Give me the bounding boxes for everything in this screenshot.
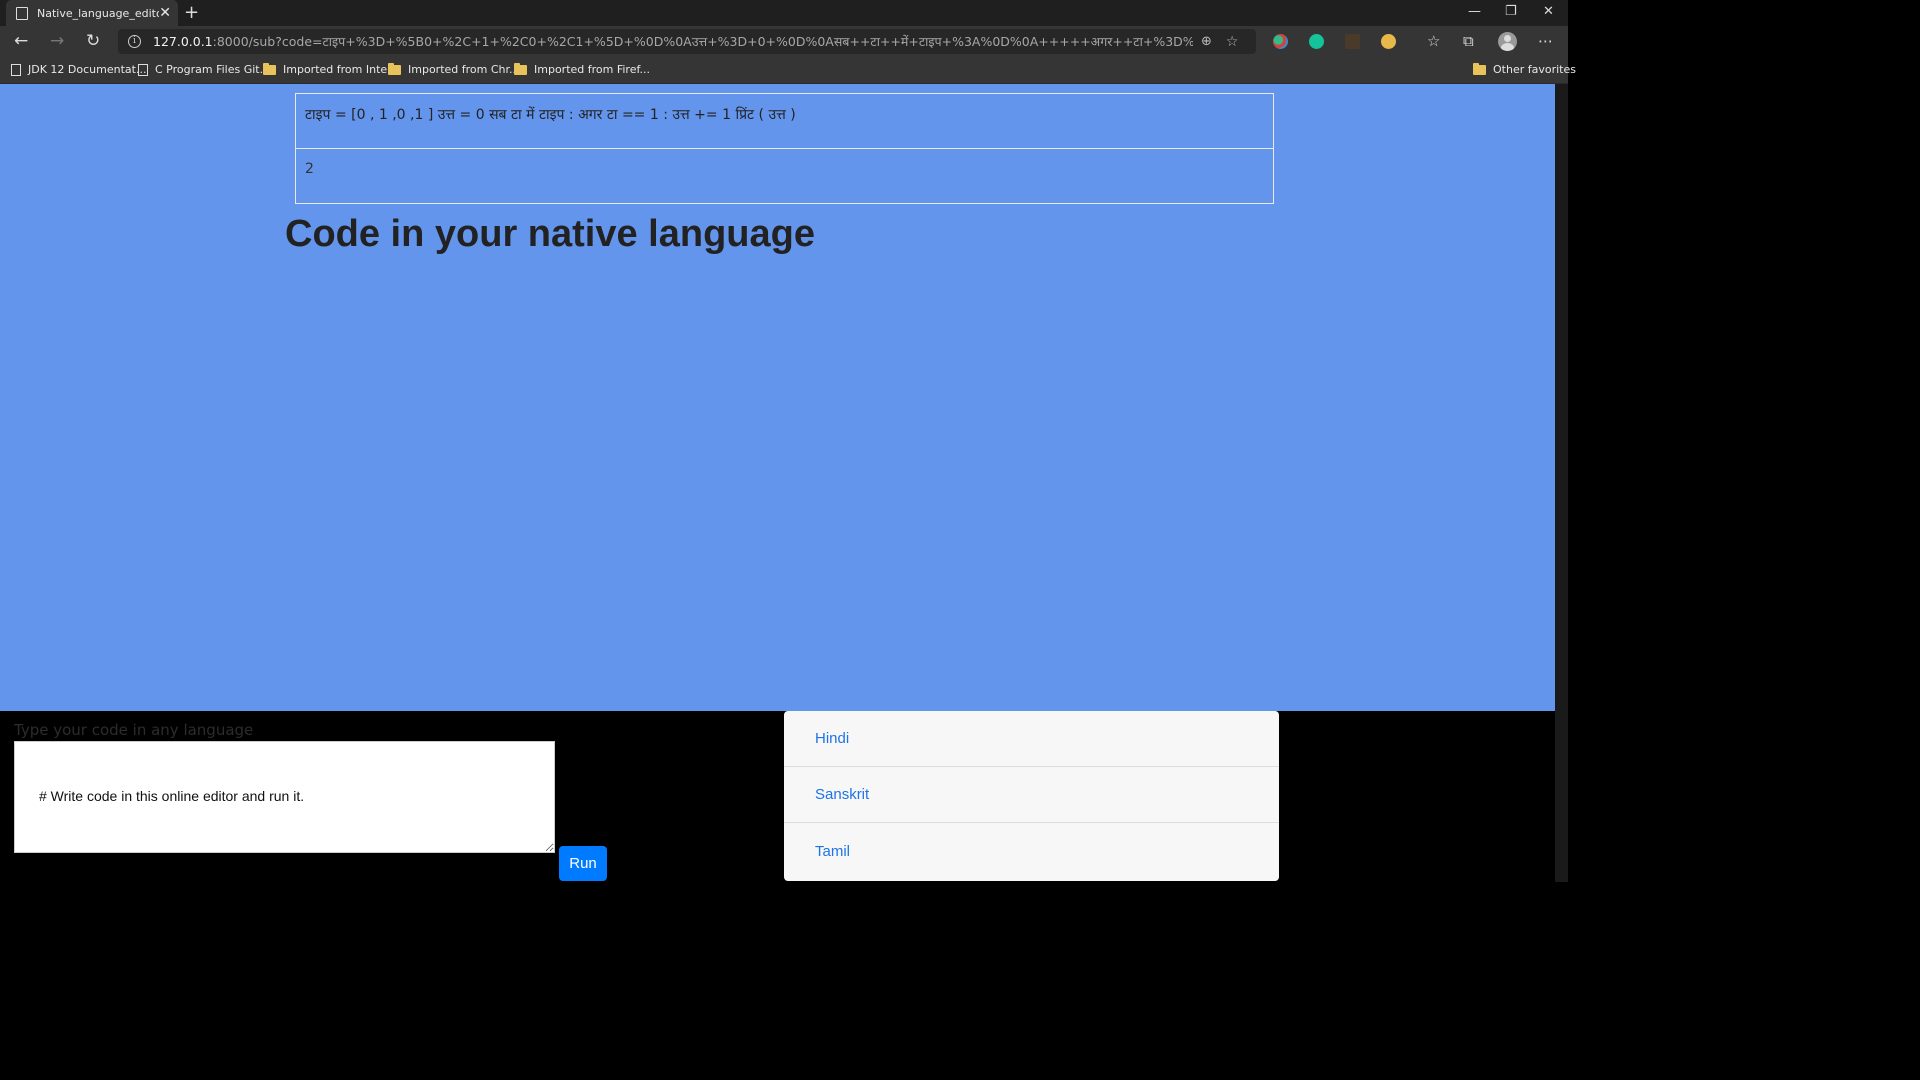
editor-panel: Type your code in any language # Write c…: [0, 711, 1555, 882]
page-icon: [138, 63, 148, 76]
bookmark-folder[interactable]: Imported from Inte...: [263, 62, 398, 76]
bookmark-folder[interactable]: Imported from Firef...: [514, 62, 650, 76]
minimize-icon[interactable]: —: [1468, 4, 1481, 19]
code-editor[interactable]: # Write code in this online editor and r…: [14, 741, 555, 853]
folder-icon: [263, 62, 276, 75]
window-close-icon[interactable]: ✕: [1543, 4, 1554, 19]
extension-icon[interactable]: [1381, 34, 1396, 49]
tab-title: Native_language_editor: [37, 6, 160, 20]
language-item-tamil[interactable]: Tamil: [784, 823, 1279, 879]
info-icon[interactable]: i: [128, 35, 141, 48]
page-icon: [16, 6, 28, 20]
other-favorites[interactable]: Other favorites: [1473, 62, 1576, 76]
page-body: टाइप = [0 , 1 ,0 ,1 ] उत्त = 0 सब टा में…: [0, 84, 1555, 711]
new-tab-icon[interactable]: +: [184, 2, 199, 23]
bookmarks-bar: JDK 12 Documentat... C Program Files Git…: [0, 58, 1576, 84]
back-icon[interactable]: ←: [14, 31, 28, 51]
more-icon[interactable]: ⋯: [1538, 32, 1553, 50]
browser-toolbar: ← → ↻ i 127.0.0.1:8000/sub?code=टाइप+%3D…: [0, 26, 1568, 58]
zoom-icon[interactable]: ⊕: [1201, 34, 1212, 49]
language-item-sanskrit[interactable]: Sanskrit: [784, 767, 1279, 823]
bookmark-item[interactable]: JDK 12 Documentat...: [11, 63, 146, 76]
tab-bar: Native_language_editor ✕ + — ❐ ✕: [0, 0, 1568, 26]
extension-icon[interactable]: [1273, 34, 1288, 49]
page-title: Code in your native language: [285, 213, 815, 255]
page-scrollbar[interactable]: [1555, 84, 1568, 882]
editor-label: Type your code in any language: [14, 721, 254, 739]
browser-tab[interactable]: Native_language_editor ✕: [6, 0, 178, 26]
restore-icon[interactable]: ❐: [1505, 4, 1517, 19]
extension-icon[interactable]: [1345, 34, 1360, 49]
run-button[interactable]: Run: [559, 846, 607, 881]
refresh-icon[interactable]: ↻: [86, 31, 100, 51]
folder-icon: [388, 62, 401, 75]
bookmark-folder[interactable]: Imported from Chr...: [388, 62, 520, 76]
code-display: टाइप = [0 , 1 ,0 ,1 ] उत्त = 0 सब टा में…: [295, 93, 1274, 149]
close-tab-icon[interactable]: ✕: [159, 5, 171, 21]
grammarly-icon[interactable]: [1309, 34, 1324, 49]
folder-icon: [514, 62, 527, 75]
address-bar[interactable]: i 127.0.0.1:8000/sub?code=टाइप+%3D+%5B0+…: [118, 29, 1256, 54]
folder-icon: [1473, 62, 1486, 75]
output-display: 2: [295, 148, 1274, 204]
forward-icon[interactable]: →: [50, 31, 64, 51]
profile-avatar[interactable]: [1498, 32, 1517, 51]
url-text[interactable]: 127.0.0.1:8000/sub?code=टाइप+%3D+%5B0+%2…: [153, 33, 1193, 50]
bookmark-item[interactable]: C Program Files Git...: [138, 63, 270, 76]
language-item-hindi[interactable]: Hindi: [784, 711, 1279, 767]
favorite-star-icon[interactable]: ☆: [1226, 34, 1239, 50]
favorites-icon[interactable]: ☆: [1427, 32, 1440, 50]
page-icon: [11, 63, 21, 76]
language-list: Hindi Sanskrit Tamil: [784, 711, 1279, 881]
collections-icon[interactable]: ⧉: [1463, 32, 1474, 50]
